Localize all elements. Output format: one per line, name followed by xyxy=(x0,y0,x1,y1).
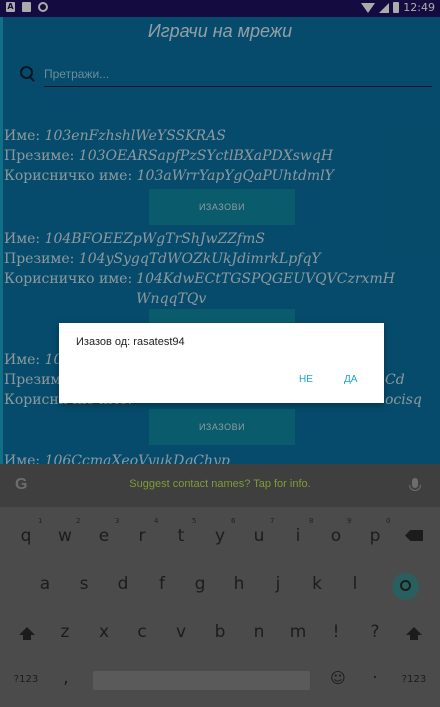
key-f[interactable]: f xyxy=(147,569,177,599)
key-c[interactable]: c xyxy=(127,617,157,647)
key-question[interactable]: ? xyxy=(360,617,390,647)
key-k[interactable]: k xyxy=(302,569,332,599)
key-n[interactable]: n xyxy=(244,617,274,647)
space-key[interactable] xyxy=(93,671,310,690)
key-y[interactable]: y xyxy=(205,521,235,551)
key-j[interactable]: j xyxy=(263,569,293,599)
key-period[interactable]: · xyxy=(360,663,390,693)
key-m[interactable]: m xyxy=(283,617,313,647)
key-o[interactable]: o xyxy=(321,521,351,551)
key-b[interactable]: b xyxy=(205,617,235,647)
key-d[interactable]: d xyxy=(108,569,138,599)
symbols-key[interactable]: ?123 xyxy=(11,665,41,695)
suggestion-text[interactable]: Suggest contact names? Tap for info. xyxy=(0,478,440,490)
key-comma[interactable]: , xyxy=(51,663,81,693)
key-t[interactable]: t xyxy=(166,521,196,551)
key-s[interactable]: s xyxy=(69,569,99,599)
key-x[interactable]: x xyxy=(89,617,119,647)
key-h[interactable]: h xyxy=(224,569,254,599)
key-g[interactable]: g xyxy=(185,569,215,599)
search-key-icon[interactable] xyxy=(392,573,419,600)
decline-button[interactable]: НЕ xyxy=(299,374,313,385)
shift-right-icon[interactable] xyxy=(406,627,422,640)
challenge-dialog: Изазов од: rasatest94 НЕ ДА xyxy=(59,323,384,403)
microphone-icon[interactable] xyxy=(409,478,421,491)
key-r[interactable]: r xyxy=(127,521,157,551)
dialog-message: Изазов од: rasatest94 xyxy=(76,336,185,348)
shift-icon[interactable] xyxy=(19,627,35,640)
key-e[interactable]: e xyxy=(89,521,119,551)
key-w[interactable]: w xyxy=(50,521,80,551)
key-a[interactable]: a xyxy=(30,569,60,599)
key-v[interactable]: v xyxy=(166,617,196,647)
key-q[interactable]: q xyxy=(11,521,41,551)
key-exclamation[interactable]: ! xyxy=(321,617,351,647)
key-i[interactable]: i xyxy=(283,521,313,551)
key-z[interactable]: z xyxy=(50,617,80,647)
suggestion-strip: G Suggest contact names? Tap for info. xyxy=(0,464,440,507)
emoji-icon[interactable]: ☺ xyxy=(323,663,353,693)
symbols-key-right[interactable]: ?123 xyxy=(399,665,429,695)
accept-button[interactable]: ДА xyxy=(344,374,357,385)
key-p[interactable]: p xyxy=(360,521,390,551)
key-u[interactable]: u xyxy=(244,521,274,551)
key-l[interactable]: l xyxy=(340,569,370,599)
